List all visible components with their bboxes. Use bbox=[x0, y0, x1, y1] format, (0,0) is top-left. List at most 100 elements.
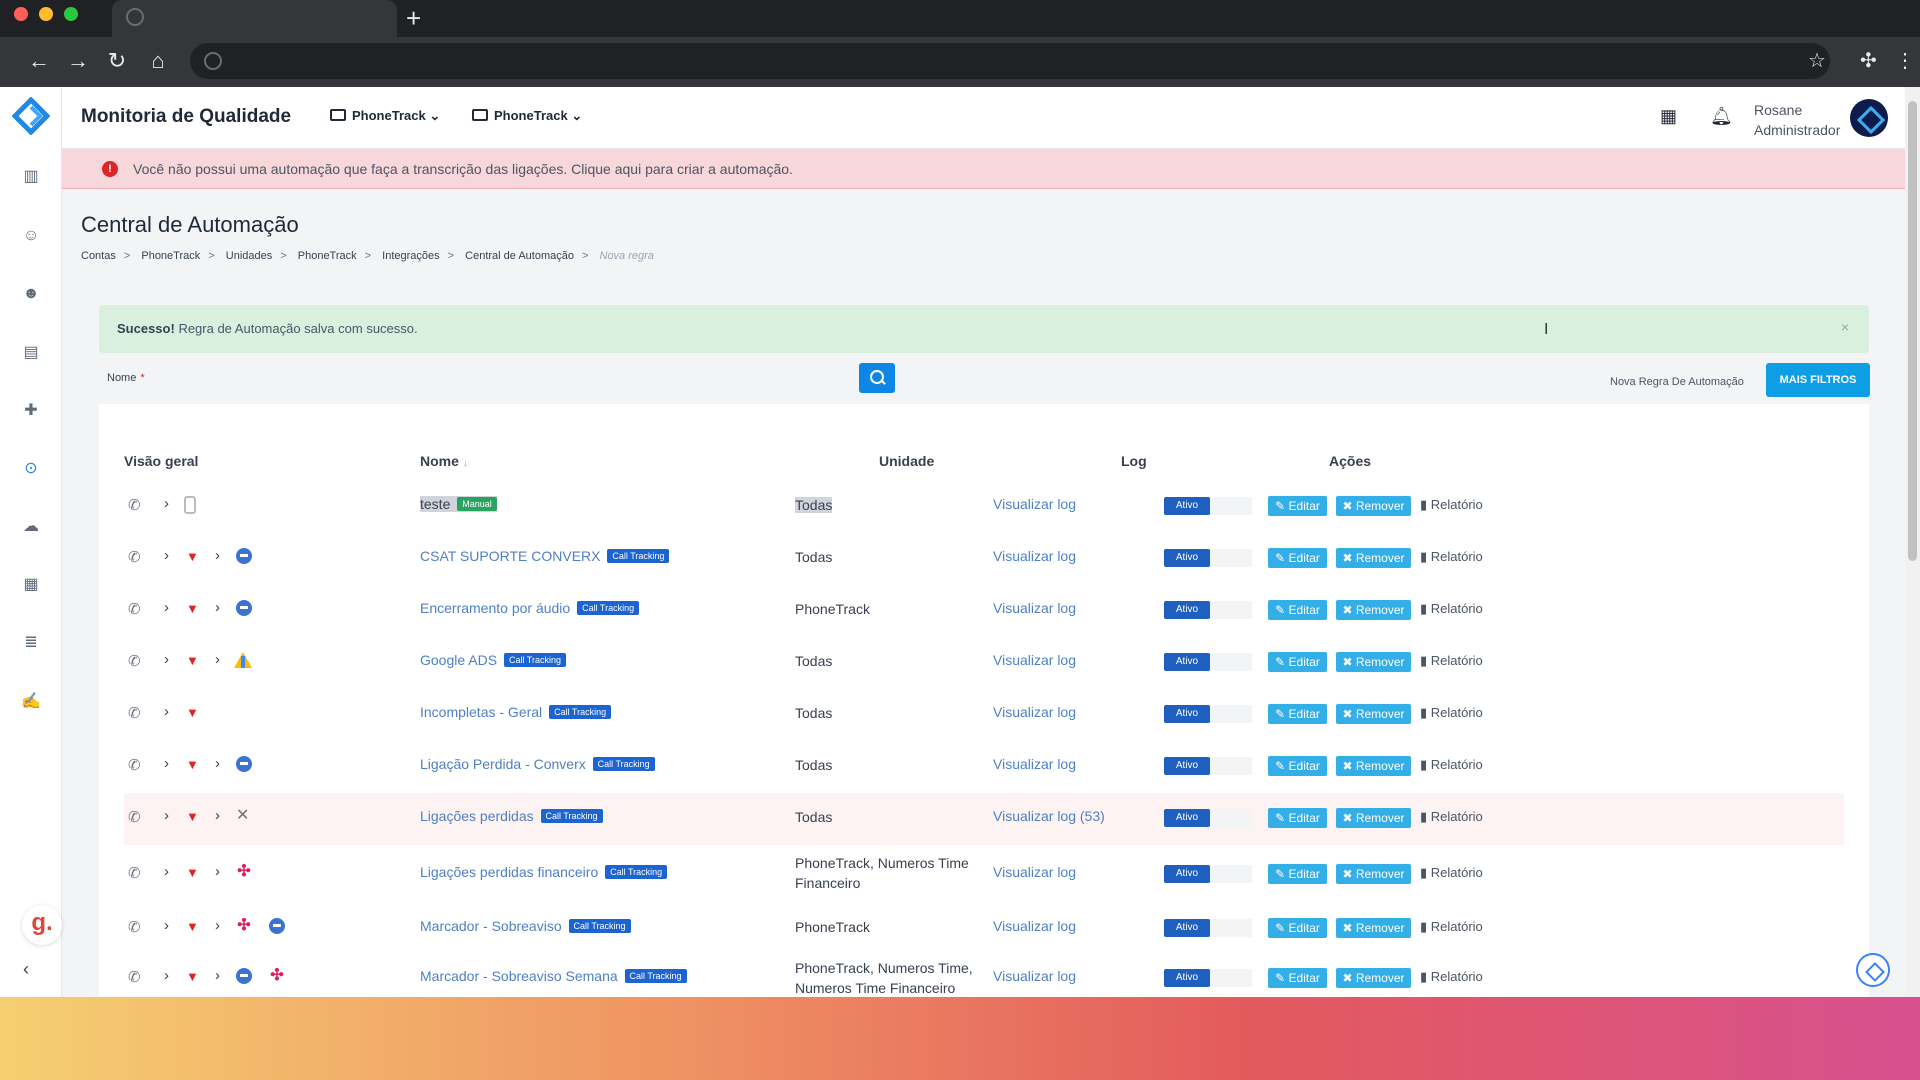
breadcrumb-item[interactable]: PhoneTrack bbox=[141, 250, 200, 262]
notification-bell-icon[interactable]: 🔔︎ bbox=[1710, 106, 1733, 127]
edit-button[interactable]: ✎ Editar bbox=[1268, 864, 1327, 884]
edit-button[interactable]: ✎ Editar bbox=[1268, 600, 1327, 620]
report-link[interactable]: ▮ Relatório bbox=[1420, 497, 1483, 513]
chevron-right-icon[interactable]: › bbox=[215, 651, 220, 668]
browser-menu-icon[interactable]: ⋮ bbox=[1895, 46, 1915, 76]
g-widget-icon[interactable]: g. bbox=[22, 905, 62, 945]
chevron-right-icon[interactable]: › bbox=[215, 807, 220, 824]
remove-button[interactable]: ✖ Remover bbox=[1336, 808, 1411, 828]
view-log-link[interactable]: Visualizar log bbox=[993, 918, 1076, 934]
view-log-link[interactable]: Visualizar log bbox=[993, 496, 1076, 512]
rule-name[interactable]: Ligações perdidas Call Tracking bbox=[420, 808, 603, 824]
breadcrumb-item[interactable]: Integrações bbox=[382, 250, 439, 262]
status-toggle[interactable]: Ativo bbox=[1164, 653, 1252, 671]
status-toggle[interactable]: Ativo bbox=[1164, 757, 1252, 775]
apps-grid-icon[interactable]: ▦ bbox=[1660, 106, 1677, 127]
reload-button[interactable]: ↻ bbox=[102, 46, 132, 76]
breadcrumb-item[interactable]: PhoneTrack bbox=[298, 250, 357, 262]
address-bar[interactable] bbox=[190, 43, 1830, 79]
edit-button[interactable]: ✎ Editar bbox=[1268, 548, 1327, 568]
report-link[interactable]: ▮ Relatório bbox=[1420, 549, 1483, 565]
more-filters-button[interactable]: MAIS FILTROS bbox=[1766, 363, 1870, 397]
apps-icon[interactable]: ▦ bbox=[21, 575, 41, 595]
report-link[interactable]: ▮ Relatório bbox=[1420, 919, 1483, 935]
chevron-right-icon[interactable]: › bbox=[164, 703, 169, 720]
chevron-right-icon[interactable]: › bbox=[215, 599, 220, 616]
list-icon[interactable]: ≣ bbox=[21, 633, 41, 653]
view-log-link[interactable]: Visualizar log bbox=[993, 548, 1076, 564]
account-dropdown[interactable]: PhoneTrack ⌄ bbox=[330, 108, 440, 124]
status-toggle[interactable]: Ativo bbox=[1164, 601, 1252, 619]
automation-icon[interactable]: ⊙ bbox=[21, 459, 41, 479]
report-link[interactable]: ▮ Relatório bbox=[1420, 969, 1483, 985]
view-log-link[interactable]: Visualizar log (53) bbox=[993, 808, 1105, 824]
status-toggle[interactable]: Ativo bbox=[1164, 919, 1252, 937]
rule-name[interactable]: Marcador - Sobreaviso Semana Call Tracki… bbox=[420, 968, 687, 984]
back-button[interactable]: ← bbox=[24, 46, 54, 76]
chevron-right-icon[interactable]: › bbox=[164, 599, 169, 616]
remove-button[interactable]: ✖ Remover bbox=[1336, 968, 1411, 988]
chevron-right-icon[interactable]: › bbox=[215, 967, 220, 984]
report-link[interactable]: ▮ Relatório bbox=[1420, 809, 1483, 825]
view-log-link[interactable]: Visualizar log bbox=[993, 968, 1076, 984]
cloud-upload-icon[interactable]: ☁ bbox=[21, 517, 41, 537]
breadcrumb-item[interactable]: Unidades bbox=[226, 250, 272, 262]
minimize-window-button[interactable] bbox=[39, 7, 53, 21]
breadcrumb-item[interactable]: Central de Automação bbox=[465, 250, 574, 262]
maximize-window-button[interactable] bbox=[64, 7, 78, 21]
scrollbar[interactable] bbox=[1905, 87, 1920, 997]
status-toggle[interactable]: Ativo bbox=[1164, 497, 1252, 515]
status-toggle[interactable]: Ativo bbox=[1164, 705, 1252, 723]
user-info[interactable]: Rosane Administrador bbox=[1754, 100, 1840, 140]
status-toggle[interactable]: Ativo bbox=[1164, 549, 1252, 567]
col-name[interactable]: Nome ↓ bbox=[420, 453, 468, 469]
chevron-right-icon[interactable]: › bbox=[164, 967, 169, 984]
remove-button[interactable]: ✖ Remover bbox=[1336, 600, 1411, 620]
close-window-button[interactable] bbox=[14, 7, 28, 21]
extensions-icon[interactable]: ✣ bbox=[1860, 46, 1877, 76]
rule-name[interactable]: Ligações perdidas financeiro Call Tracki… bbox=[420, 864, 668, 880]
browser-tab[interactable] bbox=[112, 0, 397, 37]
edit-button[interactable]: ✎ Editar bbox=[1268, 704, 1327, 724]
chevron-right-icon[interactable]: › bbox=[164, 651, 169, 668]
chevron-right-icon[interactable]: › bbox=[215, 547, 220, 564]
collapse-sidebar-icon[interactable]: ‹ bbox=[23, 959, 29, 980]
new-tab-button[interactable]: + bbox=[406, 3, 421, 33]
remove-button[interactable]: ✖ Remover bbox=[1336, 652, 1411, 672]
rule-name[interactable]: teste Manual bbox=[420, 496, 497, 512]
chevron-right-icon[interactable]: › bbox=[164, 807, 169, 824]
new-rule-link[interactable]: Nova Regra De Automação bbox=[1610, 376, 1744, 388]
help-widget-button[interactable] bbox=[1856, 953, 1890, 987]
rule-name[interactable]: Google ADS Call Tracking bbox=[420, 652, 566, 668]
view-log-link[interactable]: Visualizar log bbox=[993, 652, 1076, 668]
breadcrumb-item[interactable]: Contas bbox=[81, 250, 116, 262]
remove-button[interactable]: ✖ Remover bbox=[1336, 918, 1411, 938]
document-icon[interactable]: ▤ bbox=[21, 343, 41, 363]
transcription-alert[interactable]: ! Você não possui uma automação que faça… bbox=[62, 149, 1907, 189]
rule-name[interactable]: Marcador - Sobreaviso Call Tracking bbox=[420, 918, 631, 934]
chevron-right-icon[interactable]: › bbox=[215, 917, 220, 934]
rule-name[interactable]: Ligação Perdida - Converx Call Tracking bbox=[420, 756, 655, 772]
edit-button[interactable]: ✎ Editar bbox=[1268, 968, 1327, 988]
edit-button[interactable]: ✎ Editar bbox=[1268, 808, 1327, 828]
app-logo-icon[interactable] bbox=[12, 97, 50, 135]
report-link[interactable]: ▮ Relatório bbox=[1420, 705, 1483, 721]
view-log-link[interactable]: Visualizar log bbox=[993, 756, 1076, 772]
report-link[interactable]: ▮ Relatório bbox=[1420, 865, 1483, 881]
rule-name[interactable]: Incompletas - Geral Call Tracking bbox=[420, 704, 612, 720]
avatar[interactable] bbox=[1850, 99, 1888, 137]
scrollbar-thumb[interactable] bbox=[1908, 101, 1917, 561]
status-toggle[interactable]: Ativo bbox=[1164, 865, 1252, 883]
chevron-right-icon[interactable]: › bbox=[164, 863, 169, 880]
chevron-right-icon[interactable]: › bbox=[164, 917, 169, 934]
search-button[interactable] bbox=[859, 363, 895, 393]
edit-button[interactable]: ✎ Editar bbox=[1268, 918, 1327, 938]
chevron-right-icon[interactable]: › bbox=[164, 755, 169, 772]
signature-icon[interactable]: ✍ bbox=[21, 692, 41, 712]
chevron-right-icon[interactable]: › bbox=[215, 755, 220, 772]
unit-dropdown[interactable]: PhoneTrack ⌄ bbox=[472, 108, 582, 124]
user-check-icon[interactable]: ☺ bbox=[21, 226, 41, 246]
remove-button[interactable]: ✖ Remover bbox=[1336, 756, 1411, 776]
users-icon[interactable]: ☻ bbox=[21, 284, 41, 304]
edit-button[interactable]: ✎ Editar bbox=[1268, 496, 1327, 516]
